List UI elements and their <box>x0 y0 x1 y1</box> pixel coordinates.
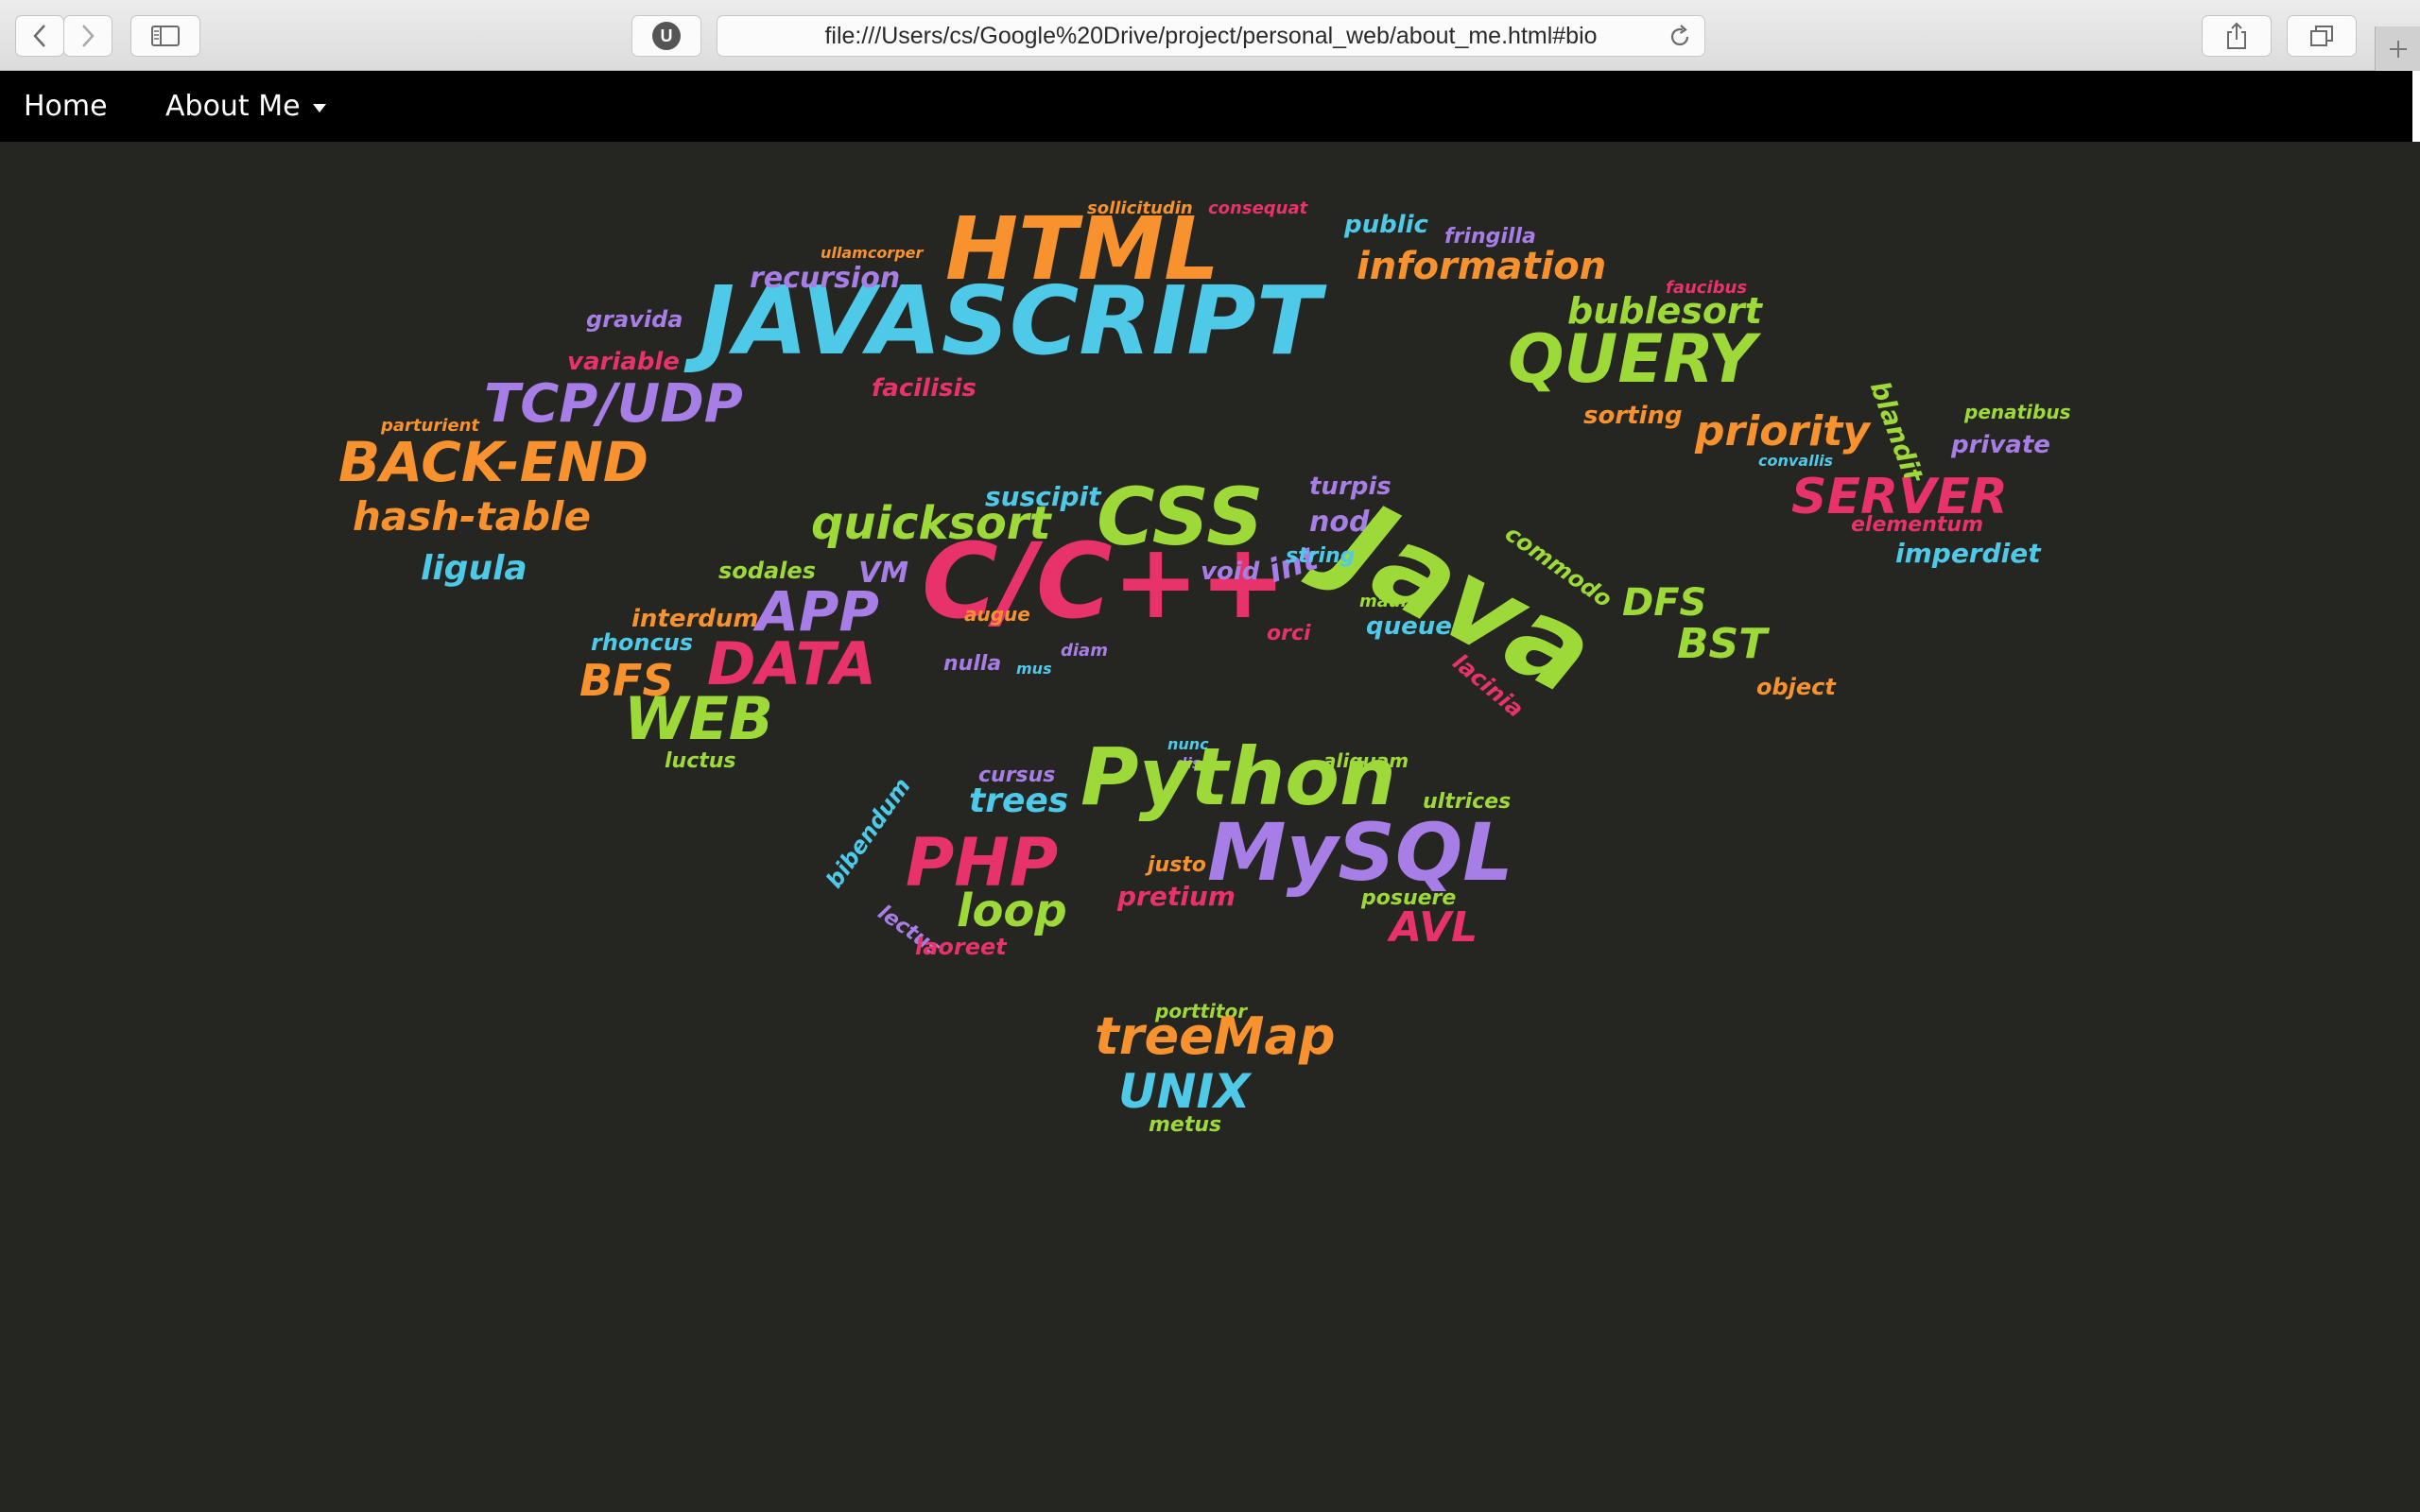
wordcloud-word: public <box>1344 211 1428 239</box>
wordcloud-word: information <box>1357 245 1607 288</box>
wordcloud-word: string <box>1286 544 1356 568</box>
wordcloud-word: diam <box>1061 641 1108 661</box>
tabs-overview-icon <box>2310 26 2333 46</box>
wordcloud-word: facilisis <box>872 374 977 403</box>
wordcloud-word: AVL <box>1390 903 1478 952</box>
wordcloud-word: augue <box>964 603 1030 626</box>
nav-home-link[interactable]: Home <box>24 71 108 142</box>
wordcloud-word: bublesort <box>1567 290 1762 332</box>
wordcloud-word: Python <box>1080 730 1396 823</box>
wordcloud-word: elementum <box>1851 513 1983 537</box>
share-button[interactable] <box>2202 15 2272 57</box>
wordcloud-word: imperdiet <box>1895 538 2041 569</box>
wordcloud-word: WEB <box>624 684 773 753</box>
wordcloud-word: DFS <box>1622 581 1707 625</box>
site-navbar: Home About Me <box>0 71 2412 142</box>
wordcloud-word: BST <box>1677 620 1768 668</box>
extension-badge-icon: U <box>652 22 681 50</box>
wordcloud-word: luctus <box>665 749 736 773</box>
wordcloud-word: mus <box>1016 660 1052 678</box>
chevron-left-icon <box>33 25 45 47</box>
wordcloud-word: variable <box>567 348 680 376</box>
back-button[interactable] <box>15 15 64 57</box>
wordcloud-word: nulla <box>943 652 1002 676</box>
wordcloud-word: consequat <box>1208 198 1308 218</box>
wordcloud-word: MySQL <box>1207 806 1513 899</box>
wordcloud-word: gravida <box>586 306 683 333</box>
wordcloud-word: queue <box>1366 612 1452 641</box>
wordcloud-word: mauris <box>1359 592 1426 611</box>
show-tabs-button[interactable] <box>2287 15 2357 57</box>
wordcloud-word: priority <box>1695 407 1871 455</box>
wordcloud-word: void <box>1201 558 1260 586</box>
sidebar-toggle-button[interactable] <box>130 15 200 57</box>
wordcloud-word: hash-table <box>353 493 591 540</box>
plus-icon <box>2389 40 2407 58</box>
wordcloud-word: sorting <box>1583 402 1683 430</box>
wordcloud-word: convallis <box>1758 452 1834 470</box>
wordcloud-word: bibendum <box>821 773 916 893</box>
chevron-right-icon <box>82 25 95 47</box>
wordcloud-word: BACK-END <box>338 430 649 494</box>
wordcloud-word: loop <box>957 885 1067 937</box>
reload-icon[interactable] <box>1667 24 1693 50</box>
wordcloud-word: justo <box>1148 853 1206 877</box>
forward-button[interactable] <box>63 15 112 57</box>
new-tab-button[interactable] <box>2375 26 2420 71</box>
url-text[interactable]: file:///Users/cs/Google%20Drive/project/… <box>824 23 1597 50</box>
address-bar[interactable]: file:///Users/cs/Google%20Drive/project/… <box>717 15 1705 57</box>
caret-down-icon <box>312 103 326 112</box>
nav-right-edge <box>2412 71 2420 142</box>
wordcloud-word: interdum <box>631 605 759 633</box>
wordcloud-word: rhoncus <box>591 629 694 656</box>
browser-toolbar: U file:///Users/cs/Google%20Drive/projec… <box>0 0 2420 71</box>
sidebar-icon <box>151 26 180 46</box>
wordcloud-word: ullamcorper <box>821 244 924 262</box>
wordcloud-word: fringilla <box>1444 225 1536 249</box>
wordcloud-word: TCP/UDP <box>484 373 743 435</box>
wordcloud-word: recursion <box>750 262 901 295</box>
wordcloud-word: object <box>1756 674 1836 700</box>
wordcloud-image: HTML JAVASCRIPT QUERY recursion information b… <box>0 142 2420 1512</box>
nav-about-me-dropdown[interactable]: About Me <box>165 71 327 142</box>
wordcloud-word: sollicitudin <box>1087 198 1193 218</box>
wordcloud-word: trees <box>969 782 1069 820</box>
wordcloud-word: laoreet <box>915 934 1007 960</box>
wordcloud-word: ligula <box>421 549 527 588</box>
wordcloud-word: treeMap <box>1095 1006 1336 1066</box>
wordcloud-word: QUERY <box>1508 320 1756 398</box>
nav-about-me-label: About Me <box>165 90 301 123</box>
wordcloud-word: pretium <box>1117 881 1236 912</box>
wordcloud-word: orci <box>1267 622 1311 645</box>
wordcloud-word: metus <box>1149 1113 1222 1137</box>
extension-button[interactable]: U <box>631 15 701 57</box>
wordcloud-word: UNIX <box>1118 1064 1251 1119</box>
wordcloud-word: penatibus <box>1964 401 2071 423</box>
wordcloud-word: faucibus <box>1666 278 1748 298</box>
share-icon <box>2227 22 2246 49</box>
content-area: HTML JAVASCRIPT QUERY recursion information b… <box>0 142 2420 1512</box>
wordcloud-word: private <box>1951 431 2050 459</box>
